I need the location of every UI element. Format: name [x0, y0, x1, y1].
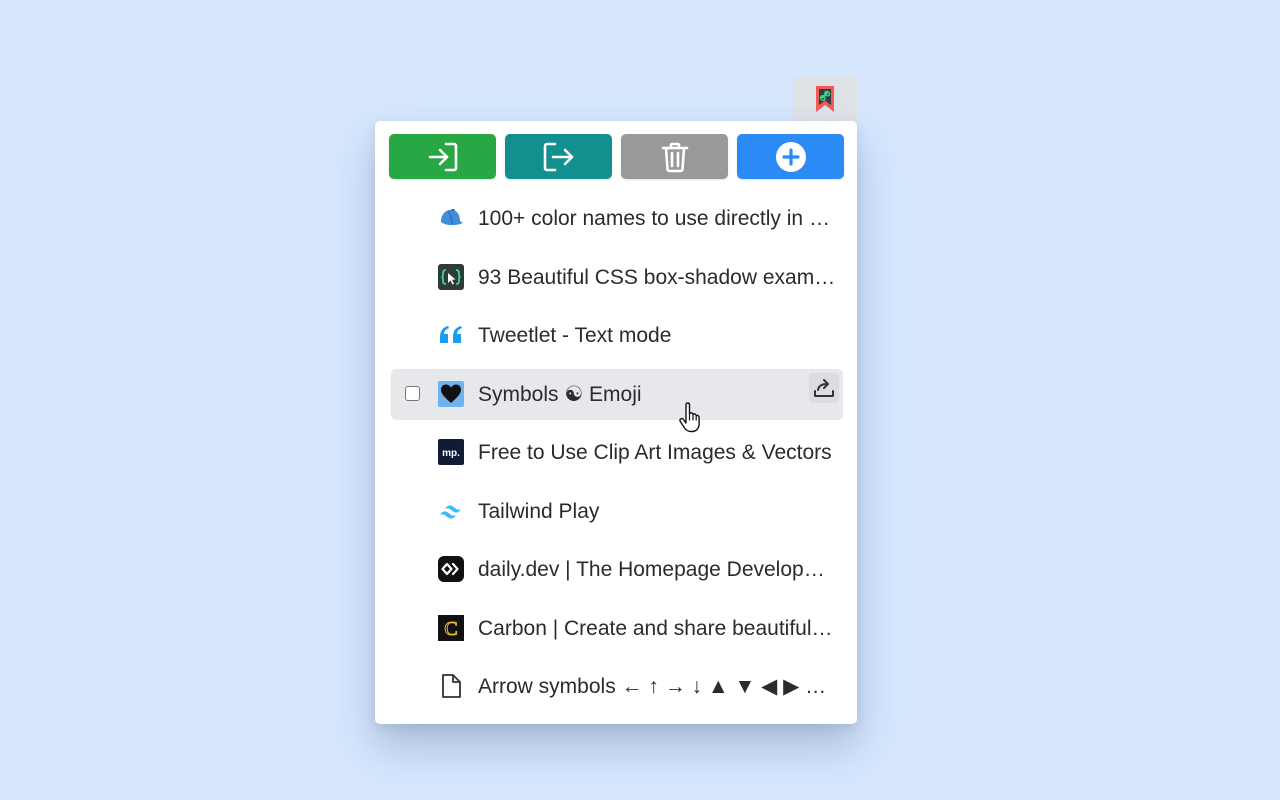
mp-logo-icon: mp. [438, 439, 464, 465]
add-button[interactable] [737, 134, 844, 179]
bookmark-item[interactable]: 93 Beautiful CSS box-shadow examples [391, 252, 843, 303]
bookmark-title: Free to Use Clip Art Images & Vectors [478, 441, 832, 464]
bookmark-item[interactable]: Tweetlet - Text mode [391, 310, 843, 361]
bookmark-title: 93 Beautiful CSS box-shadow examples [478, 265, 836, 289]
plus-circle-icon [775, 141, 806, 172]
bookmark-item[interactable]: Symbols ☯ Emoji [391, 368, 843, 420]
popup-toolbar [389, 134, 844, 179]
login-arrow-icon [428, 142, 457, 171]
bookmark-item[interactable]: mp. Free to Use Clip Art Images & Vector… [391, 427, 843, 478]
bookmark-item[interactable]: daily.dev | The Homepage Developers Dese… [391, 544, 843, 595]
bookmark-item[interactable]: Arrow symbols ← ↑ → ↓ ▲ ▼ ◀ ▶ ↔ ↕ [391, 661, 843, 712]
bookmark-title: Tweetlet - Text mode [478, 324, 672, 347]
bookmark-title: Tailwind Play [478, 499, 600, 523]
dailydev-icon [438, 556, 464, 582]
bookmark-item[interactable]: 100+ color names to use directly in CSS [391, 193, 843, 244]
tailwind-wave-icon [438, 498, 464, 524]
bookmark-link-icon [816, 86, 834, 112]
bookmark-title: Symbols ☯ Emoji [478, 382, 642, 406]
import-button[interactable] [389, 134, 496, 179]
bookmark-title: Arrow symbols ← ↑ → ↓ ▲ ▼ ◀ ▶ ↔ ↕ [478, 675, 836, 698]
heart-icon [438, 380, 464, 407]
export-button[interactable] [505, 134, 612, 179]
delete-button[interactable] [621, 134, 728, 179]
svg-text:mp.: mp. [442, 448, 460, 459]
share-button[interactable] [809, 372, 839, 403]
logout-arrow-icon [543, 142, 573, 171]
share-icon [814, 378, 834, 397]
bookmark-title: 100+ color names to use directly in CSS [478, 207, 836, 230]
bookmark-checkbox[interactable] [405, 385, 420, 401]
cap-icon [438, 205, 464, 231]
bookmark-list: 100+ color names to use directly in CSS … [391, 193, 843, 720]
document-icon [438, 673, 464, 699]
bracket-cursor-icon [438, 263, 464, 290]
bookmark-title: daily.dev | The Homepage Developers Dese… [478, 558, 836, 581]
extension-button[interactable] [793, 76, 857, 122]
quote-icon [438, 322, 464, 348]
bookmark-item[interactable]: C Carbon | Create and share beautiful im… [391, 603, 843, 654]
carbon-icon: C [438, 614, 464, 641]
trash-icon [661, 142, 688, 172]
hand-cursor-icon [678, 402, 702, 439]
bookmarks-popup: 100+ color names to use directly in CSS … [375, 121, 857, 724]
bookmark-item[interactable]: Tailwind Play [391, 486, 843, 537]
bookmark-title: Carbon | Create and share beautiful imag… [478, 616, 836, 640]
svg-text:C: C [444, 618, 457, 640]
